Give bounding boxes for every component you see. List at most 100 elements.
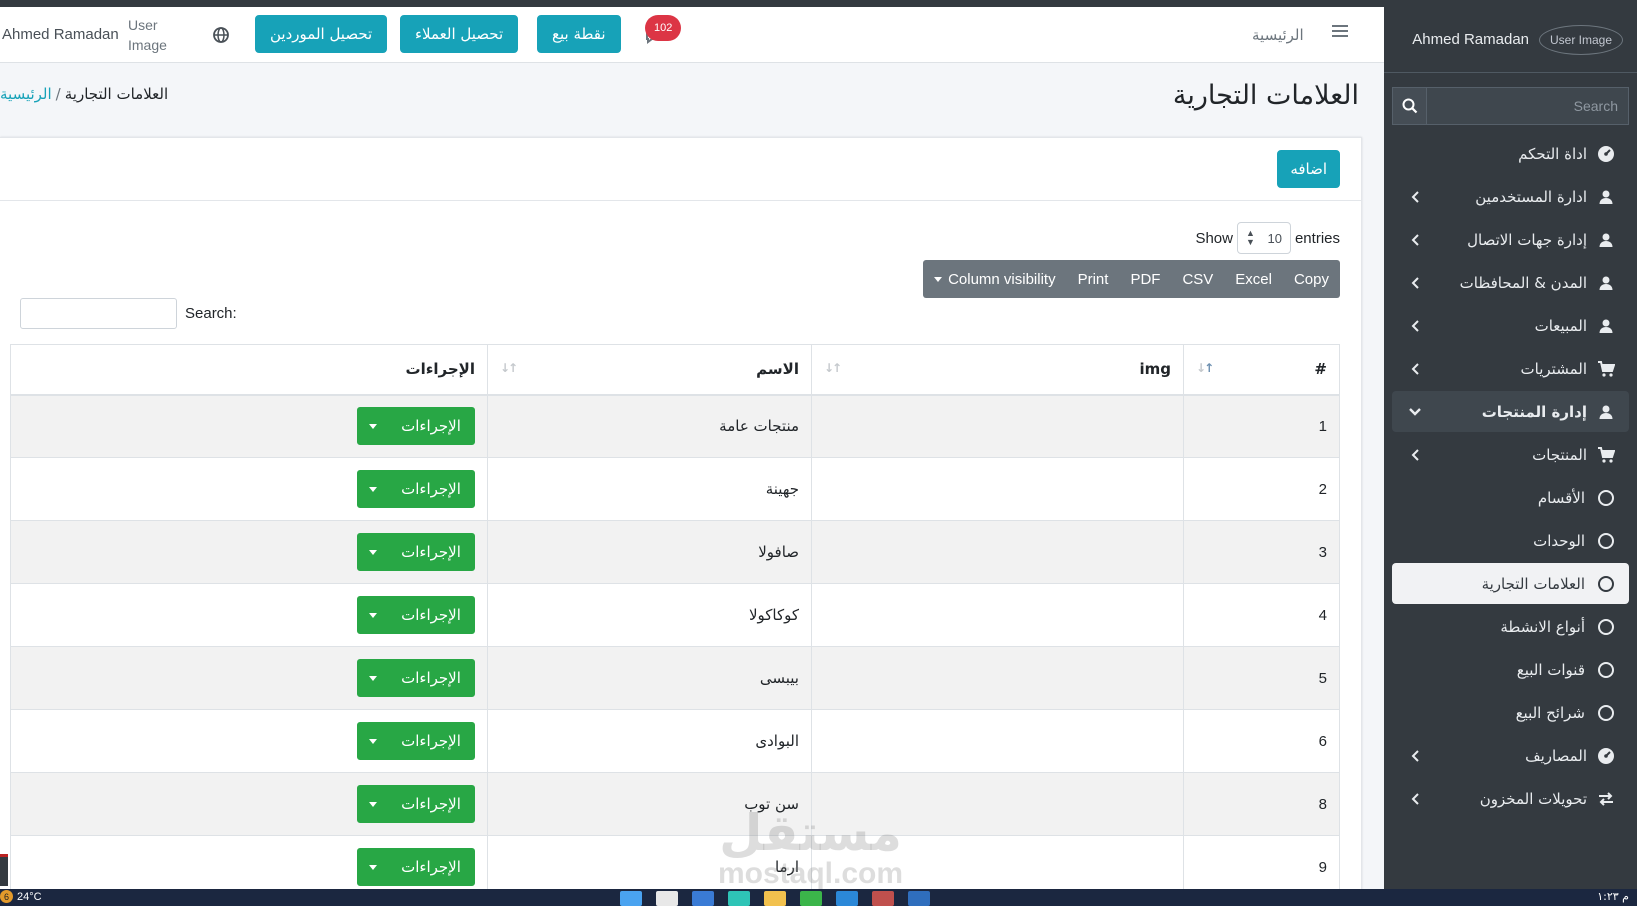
sidebar-item-14[interactable]: المصاريف xyxy=(1392,735,1629,776)
task-view-icon[interactable] xyxy=(692,891,714,906)
spotify-icon[interactable] xyxy=(800,891,822,906)
actions-label: الإجراءات xyxy=(401,858,461,876)
sidebar-item-6[interactable]: إدارة المنتجات xyxy=(1392,391,1629,432)
brands-table: # ↑↓ img ↑↓ الاسم ↑↓ الإجراءات 1 منتجات عامة… xyxy=(10,344,1340,896)
actions-dropdown-button[interactable]: الإجراءات xyxy=(357,470,475,508)
breadcrumb-current: العلامات التجارية xyxy=(64,85,169,103)
actions-dropdown-button[interactable]: الإجراءات xyxy=(357,848,475,886)
sidebar-item-8[interactable]: الأقسام xyxy=(1392,477,1629,518)
csv-button[interactable]: CSV xyxy=(1171,260,1224,298)
circle-icon xyxy=(1595,573,1617,595)
word-icon[interactable] xyxy=(908,891,930,906)
caret-down-icon xyxy=(358,423,388,429)
actions-dropdown-button[interactable]: الإجراءات xyxy=(357,659,475,697)
column-visibility-button[interactable]: Column visibility xyxy=(923,260,1067,298)
excel-button[interactable]: Excel xyxy=(1224,260,1283,298)
sidebar-item-1[interactable]: ادارة المستخدمين xyxy=(1392,176,1629,217)
globe-icon[interactable] xyxy=(212,26,230,48)
dashboard-icon xyxy=(1595,143,1617,165)
chevron-left-icon xyxy=(1408,792,1422,806)
row-actions: الإجراءات xyxy=(10,583,488,647)
row-actions: الإجراءات xyxy=(10,772,488,836)
navbar-user-name[interactable]: Ahmed Ramadan xyxy=(2,26,119,43)
sidebar-item-label: ادارة المستخدمين xyxy=(1475,187,1587,206)
table-row: 1 منتجات عامة الإجراءات xyxy=(10,394,1340,458)
taskbar-clock: م ١:٢٣ xyxy=(1597,890,1629,903)
edge-icon[interactable] xyxy=(728,891,750,906)
sidebar-item-3[interactable]: المدن & المحافظات xyxy=(1392,262,1629,303)
pos-button[interactable]: نقطة بيع xyxy=(537,15,621,53)
sidebar-item-13[interactable]: شرائح البيع xyxy=(1392,692,1629,733)
chevron-left-icon xyxy=(1408,362,1422,376)
table-row: 6 البوادى الإجراءات xyxy=(10,709,1340,773)
navbar-user-image[interactable]: User Image xyxy=(128,15,176,55)
sidebar-item-9[interactable]: الوحدات xyxy=(1392,520,1629,561)
actions-dropdown-button[interactable]: الإجراءات xyxy=(357,407,475,446)
cart-icon xyxy=(1595,358,1617,380)
nav-home-link[interactable]: الرئيسية xyxy=(1252,26,1304,44)
row-image xyxy=(811,583,1184,647)
table-body: 1 منتجات عامة الإجراءات 2 جهينة الإجراءات 3 صاف… xyxy=(10,394,1340,896)
sidebar-item-7[interactable]: المنتجات xyxy=(1392,434,1629,475)
vscode-icon[interactable] xyxy=(836,891,858,906)
actions-label: الإجراءات xyxy=(401,543,461,561)
sidebar-item-10[interactable]: العلامات التجارية xyxy=(1392,563,1629,604)
col-header-img[interactable]: img ↑↓ xyxy=(811,344,1184,396)
sidebar-item-label: قنوات البيع xyxy=(1516,660,1585,679)
table-row: 2 جهينة الإجراءات xyxy=(10,457,1340,521)
print-button[interactable]: Print xyxy=(1067,260,1120,298)
taskbar: 6 24°C م ١:٢٣ xyxy=(0,889,1637,906)
row-actions: الإجراءات xyxy=(10,394,488,458)
folder-icon[interactable] xyxy=(764,891,786,906)
temperature: 24°C xyxy=(17,890,42,903)
sidebar-item-label: المبيعات xyxy=(1534,316,1587,335)
weather-widget[interactable]: 6 24°C xyxy=(0,890,42,903)
search-button[interactable] xyxy=(1392,87,1427,125)
dashboard-icon xyxy=(1595,745,1617,767)
start-icon[interactable] xyxy=(620,891,642,906)
notification-badge[interactable]: 102 xyxy=(645,15,682,41)
actions-dropdown-button[interactable]: الإجراءات xyxy=(357,785,475,823)
show-label: Show xyxy=(1195,229,1233,247)
sidebar-user-name[interactable]: Ahmed Ramadan xyxy=(1412,31,1529,48)
pdf-button[interactable]: PDF xyxy=(1119,260,1171,298)
actions-dropdown-button[interactable]: الإجراءات xyxy=(357,596,475,634)
search-label: Search: xyxy=(185,305,237,322)
sidebar-search-input[interactable] xyxy=(1427,87,1629,125)
chrome-icon[interactable] xyxy=(872,891,894,906)
breadcrumb: العلامات التجارية/الرئيسية xyxy=(0,85,168,103)
customer-collection-button[interactable]: تحصيل العملاء xyxy=(400,15,519,53)
entries-select[interactable]: ▲ ▼ 10 xyxy=(1236,222,1291,254)
supplier-collection-button[interactable]: تحصيل الموردين xyxy=(255,15,388,53)
table-search-input[interactable] xyxy=(20,298,177,329)
add-button[interactable]: اضافه xyxy=(1277,150,1340,188)
breadcrumb-home-link[interactable]: الرئيسية xyxy=(0,85,52,103)
sidebar-item-12[interactable]: قنوات البيع xyxy=(1392,649,1629,690)
actions-dropdown-button[interactable]: الإجراءات xyxy=(357,533,475,571)
sidebar-item-2[interactable]: إدارة جهات الاتصال xyxy=(1392,219,1629,260)
row-number: 8 xyxy=(1183,772,1340,836)
circle-icon xyxy=(1595,616,1617,638)
actions-dropdown-button[interactable]: الإجراءات xyxy=(357,722,475,760)
chevron-placeholder xyxy=(1408,663,1422,677)
search-app-icon[interactable] xyxy=(656,891,678,906)
copy-button[interactable]: Copy xyxy=(1283,260,1340,298)
sidebar-item-label: الوحدات xyxy=(1533,531,1585,550)
sidebar-item-4[interactable]: المبيعات xyxy=(1392,305,1629,346)
sidebar-item-11[interactable]: أنواع الانشطة xyxy=(1392,606,1629,647)
hamburger-icon[interactable] xyxy=(1331,23,1349,43)
sidebar-user-image[interactable]: User Image xyxy=(1539,24,1623,55)
sidebar-item-0[interactable]: اداة التحكم xyxy=(1392,133,1629,174)
table-row: 5 بيبسى الإجراءات xyxy=(10,646,1340,710)
sidebar-item-15[interactable]: تحويلات المخزون xyxy=(1392,778,1629,819)
col-header-number[interactable]: # ↑↓ xyxy=(1183,344,1340,396)
user-icon xyxy=(1595,229,1617,251)
actions-label: الإجراءات xyxy=(401,480,461,498)
chevron-left-icon xyxy=(1408,448,1422,462)
col-header-name[interactable]: الاسم ↑↓ xyxy=(487,344,812,396)
sidebar-item-5[interactable]: المشتريات xyxy=(1392,348,1629,389)
column-visibility-label: Column visibility xyxy=(948,270,1056,288)
row-image xyxy=(811,457,1184,521)
chevron-left-icon xyxy=(1408,190,1422,204)
circle-icon xyxy=(1595,659,1617,681)
